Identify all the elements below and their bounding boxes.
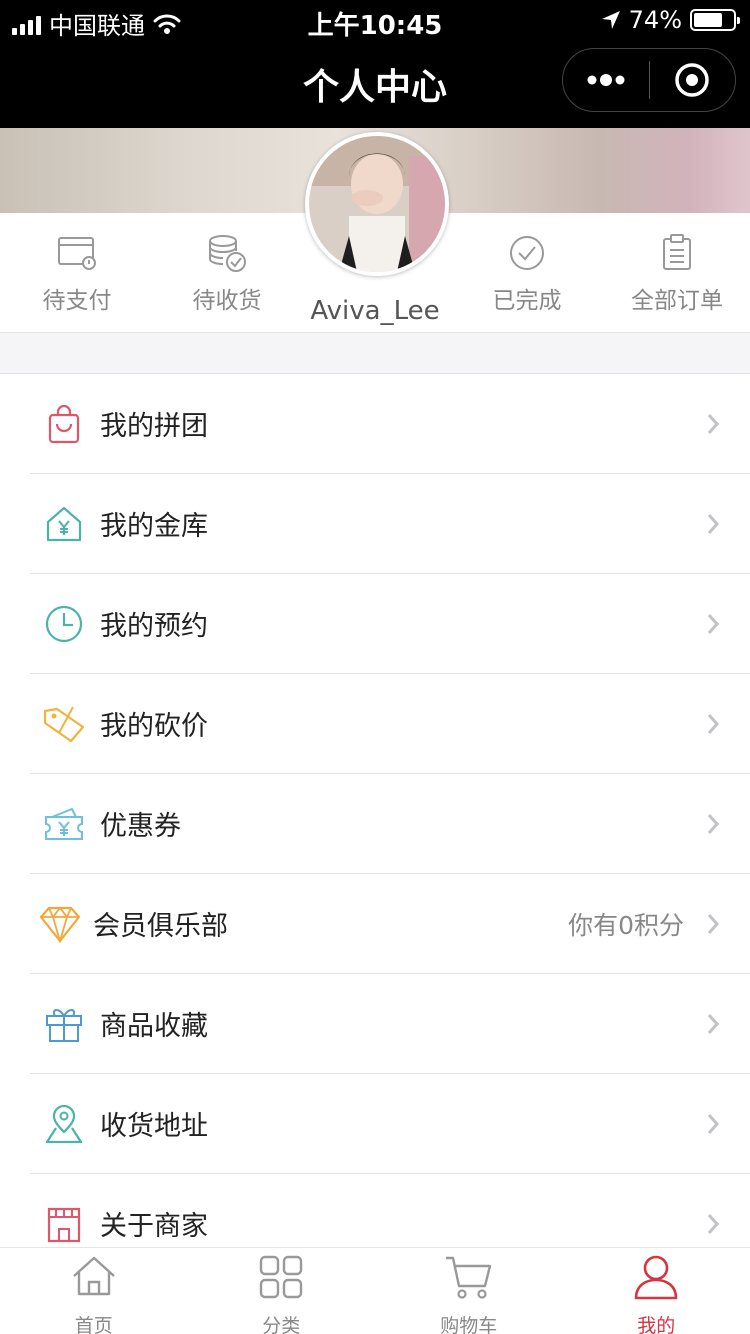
tab-home[interactable]: 首页 [0,1248,188,1334]
avatar[interactable] [305,132,449,276]
chevron-right-icon [707,514,720,534]
tab-label: 我的 [637,1315,676,1334]
more-dots-icon [587,74,625,86]
shopping-bag-icon [48,404,80,444]
tab-bar: 首页 分类 购物车 我的 [0,1247,750,1334]
nav-bar: 个人中心 [0,40,750,128]
chevron-right-icon [707,1114,720,1134]
screen: 中国联通 上午10:45 74% 个人中心 待支付 待收货 已完成 全部订单 A… [0,0,750,1334]
order-all[interactable]: 全部订单 [602,233,750,315]
chevron-right-icon [707,1014,720,1034]
location-arrow-icon [601,11,620,29]
username: Aviva_Lee [310,296,440,326]
menu-item-address[interactable]: 收货地址 [0,1074,750,1174]
grid-icon [260,1255,303,1299]
avatar-photo [309,136,445,272]
map-pin-icon [45,1104,83,1144]
mini-program-capsule [562,48,736,112]
close-target-button[interactable] [650,48,736,112]
menu-item-bargain[interactable]: 我的砍价 [0,674,750,774]
chevron-right-icon [707,914,720,934]
menu-item-label: 我的金库 [100,511,208,542]
coupon-icon [45,807,83,840]
tab-cart[interactable]: 购物车 [375,1248,563,1334]
more-button[interactable] [563,48,649,112]
battery-fill [694,13,723,27]
battery-icon [690,9,740,31]
clock-icon [45,605,83,643]
status-bar: 中国联通 上午10:45 74% [0,0,750,41]
menu-item-favorites[interactable]: 商品收藏 [0,974,750,1074]
coins-check-icon [209,235,246,272]
menu-item-label: 优惠券 [100,811,181,842]
menu-item-label: 我的拼团 [100,411,208,442]
gift-icon [46,1009,82,1042]
menu-item-label: 商品收藏 [100,1011,208,1042]
order-shortcut-label: 待支付 [42,288,112,314]
chevron-right-icon [707,814,720,834]
tab-mine[interactable]: 我的 [563,1248,750,1334]
chevron-right-icon [707,714,720,734]
chevron-right-icon [707,1214,720,1234]
house-yen-icon [46,506,82,542]
wallet-alert-icon [58,237,96,270]
status-right: 74% [601,6,740,34]
points-text: 你有0积分 [568,911,684,940]
menu-item-member-club[interactable]: 会员俱乐部 你有0积分 [0,874,750,974]
tab-category[interactable]: 分类 [188,1248,376,1334]
menu-item-reservation[interactable]: 我的预约 [0,574,750,674]
battery-percent: 74% [628,6,682,34]
user-icon [634,1255,678,1300]
menu-item-label: 我的砍价 [100,711,208,742]
order-shortcut-label: 全部订单 [631,288,723,314]
cart-icon [445,1256,491,1299]
home-icon [72,1256,115,1296]
diamond-icon [39,906,81,943]
check-circle-icon [510,236,544,270]
menu-item-label: 会员俱乐部 [93,911,228,942]
chevron-right-icon [707,614,720,634]
tab-label: 分类 [262,1315,301,1334]
store-icon [47,1207,81,1243]
menu-item-coupon[interactable]: 优惠券 [0,774,750,874]
menu-list: 我的拼团 我的金库 我的预约 我的砍价 优惠券 会员俱乐部 你有0积分 商品收藏… [0,373,750,1274]
menu-item-label: 我的预约 [100,611,208,642]
target-close-icon [675,63,709,97]
menu-item-label: 关于商家 [100,1211,208,1242]
price-tag-icon [43,706,85,743]
order-pending-payment[interactable]: 待支付 [2,233,152,315]
tab-label: 首页 [74,1315,113,1334]
menu-item-label: 收货地址 [100,1111,208,1142]
tab-label: 购物车 [440,1315,498,1334]
chevron-right-icon [707,414,720,434]
clipboard-icon [663,234,691,270]
menu-item-group-buy[interactable]: 我的拼团 [0,374,750,474]
menu-item-vault[interactable]: 我的金库 [0,474,750,574]
